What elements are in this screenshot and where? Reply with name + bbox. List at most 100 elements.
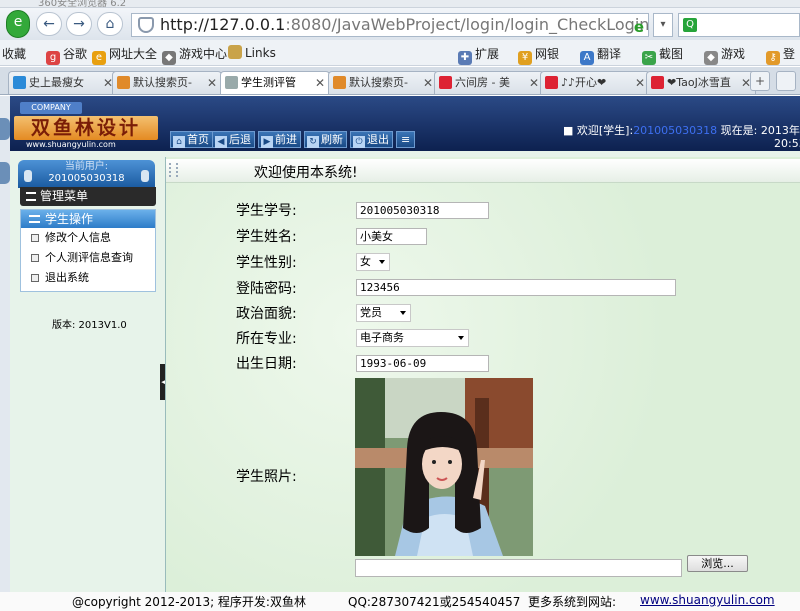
bookmark-hao[interactable]: e 网址大全 [92, 45, 157, 65]
welcome-user-id: 201005030318 [633, 124, 718, 137]
page-title: 欢迎使用本系统! [254, 165, 358, 181]
home-button[interactable]: ⌂ 首页 [170, 131, 213, 148]
sidebar-item-edit-profile[interactable]: 修改个人信息 [21, 228, 155, 248]
major-value: 电子商务 [360, 331, 404, 344]
browser-logo-icon: e [6, 10, 30, 38]
tab-strip: 史上最瘦女 ✕ 默认搜索页- ✕ 学生测评管 ✕ 默认搜索页- ✕ 六间房 - 美 ✕ ♪… [0, 67, 800, 95]
student-no-field[interactable]: 201005030318 [356, 202, 489, 219]
web-app: COMPANY 双鱼林设计 www.shuangyulin.com ⌂ 首页 ◀ 后… [10, 96, 800, 592]
puzzle-icon: ✚ [458, 51, 472, 65]
bookmark-links[interactable]: Links [228, 45, 276, 60]
sidebar-toggle-icon[interactable] [0, 118, 10, 140]
tab-6[interactable]: ♪♪开心❤ ✕ [540, 71, 650, 94]
sidebar-item-exit[interactable]: 退出系统 [21, 268, 155, 288]
browse-button[interactable]: 浏览... [687, 555, 748, 572]
tab-label: 史上最瘦女 [29, 76, 84, 89]
password-field[interactable]: 123456 [356, 279, 676, 296]
menu-icon [26, 192, 36, 201]
sidebar-item-evaluation-query[interactable]: 个人测评信息查询 [21, 248, 155, 268]
tab-4[interactable]: 默认搜索页- ✕ [328, 71, 438, 94]
address-dropdown-button[interactable]: ▾ [653, 13, 673, 37]
close-icon[interactable]: ✕ [635, 72, 645, 94]
document-icon [31, 254, 39, 262]
student-photo-image [355, 378, 533, 556]
photo-file-input[interactable] [355, 559, 682, 577]
logout-button[interactable]: ⏻ 退出 [350, 131, 393, 148]
tab-label: ♪♪开心❤ [561, 76, 607, 89]
bookmarks-bar: 收藏 g 谷歌 e 网址大全 ◆ 游戏中心 Links ✚ 扩展 ¥ 网银 A 翻译 ✂ 截图… [0, 40, 800, 66]
close-icon[interactable]: ✕ [315, 72, 325, 94]
search-engine-icon: Q [683, 18, 697, 32]
close-icon[interactable]: ✕ [423, 72, 433, 94]
browser-title-bar: 360安全浏览器 6.2 [0, 0, 800, 8]
browser-side-strip [0, 96, 10, 592]
current-date: 现在是: 2013年6月2 [720, 124, 800, 137]
version-text: 版本: 2013V1.0 [52, 320, 127, 331]
gender-select[interactable]: 女 [356, 253, 390, 271]
scissors-icon: ✂ [642, 51, 656, 65]
translate-button[interactable]: A 翻译 [580, 45, 621, 65]
new-tab-button[interactable]: + [750, 71, 770, 91]
bookmark-favorites[interactable]: 收藏 [2, 45, 26, 62]
bookmark-games[interactable]: ◆ 游戏中心 [162, 45, 227, 65]
extensions-button[interactable]: ✚ 扩展 [458, 45, 499, 65]
refresh-button[interactable]: ↻ 刷新 [304, 131, 347, 148]
tab-5[interactable]: 六间房 - 美 ✕ [434, 71, 544, 94]
bank-icon: ¥ [518, 51, 532, 65]
browser-title: 360安全浏览器 6.2 [38, 0, 127, 8]
search-input[interactable]: Q [678, 13, 800, 37]
major-select[interactable]: 电子商务 [356, 329, 469, 347]
forward-arrow-icon: ▶ [261, 136, 273, 148]
close-icon[interactable]: ✕ [529, 72, 539, 94]
forward-label: 前进 [275, 133, 297, 146]
footer-site-link[interactable]: www.shuangyulin.com [640, 593, 775, 607]
logout-label: 退出 [367, 133, 389, 146]
game-button[interactable]: ◆ 游戏 [704, 45, 745, 65]
sidebar-item-label: 修改个人信息 [45, 231, 111, 244]
back-button[interactable]: ◀ 后退 [212, 131, 255, 148]
page-footer: @copyright 2012-2013; 程序开发:双鱼林 QQ:287307… [0, 592, 800, 611]
address-bar[interactable]: http://127.0.0.1:8080/JavaWebProject/log… [131, 13, 649, 37]
menu-group-header[interactable]: 学生操作 [21, 210, 155, 228]
student-photo [355, 378, 533, 556]
pin-icon [24, 170, 32, 182]
tab-2[interactable]: 默认搜索页- ✕ [112, 71, 222, 94]
url-host: http://127.0.0.1 [160, 15, 286, 34]
tab-7[interactable]: ❤TaoJ冰雪直 ✕ [646, 71, 756, 94]
sidebar-toggle-icon[interactable] [0, 162, 10, 184]
bookmark-label: Links [245, 46, 276, 60]
footer-qq: QQ:287307421或254540457 [348, 595, 521, 609]
sidebar-item-label: 个人测评信息查询 [45, 251, 133, 264]
student-name-field[interactable]: 小美女 [356, 228, 427, 245]
document-icon [31, 274, 39, 282]
tab-favicon-icon [545, 76, 558, 89]
tab-3[interactable]: 学生测评管 ✕ [220, 71, 330, 94]
bookmark-google[interactable]: g 谷歌 [46, 45, 87, 65]
manage-menu-label: 管理菜单 [40, 189, 89, 203]
footer-copyright: @copyright 2012-2013; 程序开发:双鱼林 [72, 595, 306, 609]
forward-button[interactable]: ▶ 前进 [258, 131, 301, 148]
tab-favicon-icon [117, 76, 130, 89]
bank-button[interactable]: ¥ 网银 [518, 45, 559, 65]
gender-value: 女 [360, 255, 371, 268]
politics-label: 政治面貌: [236, 306, 297, 322]
footer-more: 更多系统到网站: [528, 595, 617, 609]
close-icon[interactable]: ✕ [207, 72, 217, 94]
login-button[interactable]: ⚷ 登 [766, 45, 795, 65]
welcome-prefix: 欢迎[学生]: [576, 124, 634, 137]
ie-mode-icon[interactable]: e [634, 16, 644, 36]
politics-select[interactable]: 党员 [356, 304, 411, 322]
menu-icon[interactable]: ≡ [396, 131, 416, 148]
birth-date-field[interactable]: 1993-06-09 [356, 355, 489, 372]
restore-tabs-icon[interactable] [776, 71, 796, 91]
hao-icon: e [92, 51, 106, 65]
tab-favicon-icon [13, 76, 26, 89]
tab-favicon-icon [333, 76, 346, 89]
forward-arrow-icon[interactable]: → [66, 12, 92, 36]
screenshot-button[interactable]: ✂ 截图 [642, 45, 683, 65]
home-icon[interactable]: ⌂ [97, 12, 123, 36]
major-label: 所在专业: [236, 331, 297, 347]
tab-1[interactable]: 史上最瘦女 ✕ [8, 71, 118, 94]
back-arrow-icon[interactable]: ← [36, 12, 62, 36]
app-header: COMPANY 双鱼林设计 www.shuangyulin.com ⌂ 首页 ◀ 后… [10, 96, 800, 151]
